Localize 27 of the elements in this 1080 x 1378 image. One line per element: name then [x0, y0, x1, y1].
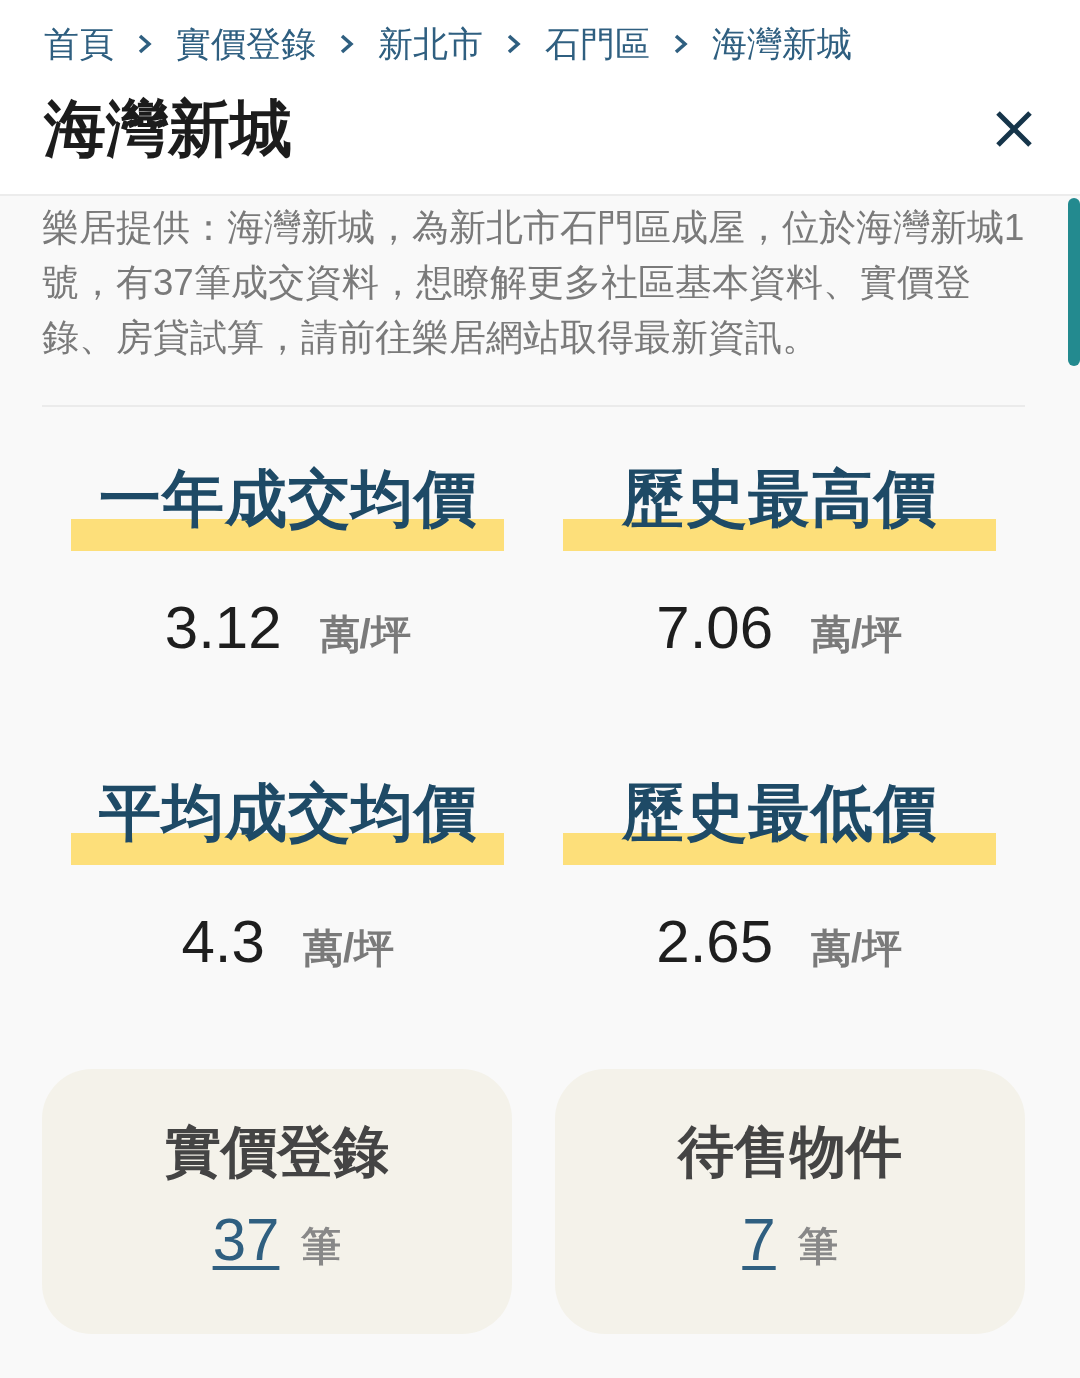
stat-unit: 萬/坪: [811, 925, 903, 972]
card-title: 待售物件: [678, 1119, 902, 1185]
close-button[interactable]: [994, 109, 1034, 149]
stat-value: 4.3: [181, 907, 265, 976]
count-unit: 筆: [301, 1223, 342, 1270]
stat-value: 2.65: [656, 907, 774, 976]
stat-value: 3.12: [164, 593, 282, 662]
breadcrumb-link[interactable]: 首頁: [44, 20, 114, 68]
breadcrumb-link[interactable]: 實價登錄: [176, 20, 316, 68]
page-title: 海灣新城: [44, 93, 292, 165]
chevron-icon: [672, 33, 690, 55]
chevron-icon: [338, 33, 356, 55]
description-text: 樂居提供：海灣新城，為新北市石門區成屋，位於海灣新城1號，有37筆成交資料，想瞭解更多社區基本資料、實價登錄、房貸試算，請前往樂居網站取得最新資訊。: [42, 206, 1026, 360]
stat-unit: 萬/坪: [319, 611, 411, 658]
breadcrumb-link[interactable]: 石門區: [545, 20, 650, 68]
breadcrumb-link[interactable]: 海灣新城: [712, 20, 852, 68]
count-unit: 筆: [797, 1223, 838, 1270]
scrollbar-thumb[interactable]: [1068, 198, 1080, 366]
breadcrumb-link[interactable]: 新北市: [378, 20, 483, 68]
card-title: 實價登錄: [165, 1119, 389, 1185]
stat-value: 7.06: [656, 593, 774, 662]
chevron-icon: [505, 33, 523, 55]
count-link[interactable]: 37: [212, 1205, 280, 1274]
chevron-icon: [136, 33, 154, 55]
count-link[interactable]: 7: [742, 1205, 776, 1274]
stat-unit: 萬/坪: [811, 611, 903, 658]
stat-unit: 萬/坪: [302, 925, 394, 972]
